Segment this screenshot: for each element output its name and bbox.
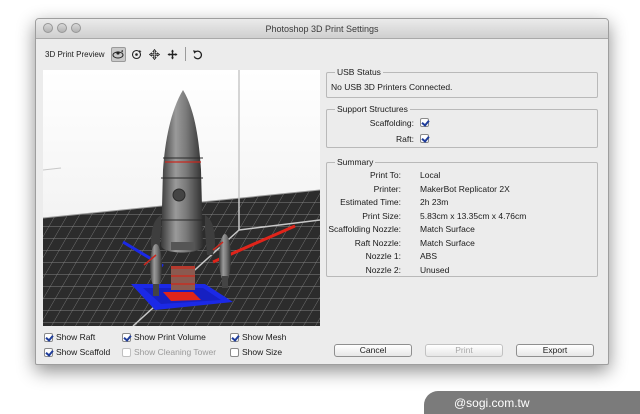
scaffolding-label: Scaffolding: [369, 118, 414, 128]
print-to-value: Local [420, 170, 441, 180]
toolbar-separator [184, 47, 186, 61]
summary-row: Raft Nozzle: Match Surface [327, 238, 597, 248]
printer-value: MakerBot Replicator 2X [420, 183, 510, 194]
reset-view-icon [192, 49, 202, 59]
summary-row: Print To: Local [327, 170, 597, 180]
nozzle-2-value: Unused [420, 264, 450, 275]
raft-checkbox[interactable] [420, 134, 429, 143]
show-print-volume-label: Show Print Volume [134, 332, 206, 342]
raft-label: Raft: [396, 134, 414, 144]
pan-button[interactable] [147, 47, 162, 62]
watermark-bar: @sogi.com.tw [424, 391, 640, 414]
nozzle-2-label: Nozzle 2: [365, 264, 401, 275]
raft-nozzle-label: Raft Nozzle: [354, 237, 401, 248]
show-size-label: Show Size [242, 347, 283, 357]
nozzle-1-label: Nozzle 1: [365, 251, 401, 261]
estimated-time-label: Estimated Time: [340, 197, 401, 207]
3d-preview-canvas [43, 70, 320, 326]
summary-row: Printer: MakerBot Replicator 2X [327, 184, 597, 194]
raft-nozzle-value: Match Surface [420, 237, 475, 248]
nozzle-1-value: ABS [420, 251, 438, 261]
show-scaffold-checkbox[interactable]: Show Scaffold [44, 347, 110, 357]
scaffolding-nozzle-label: Scaffolding Nozzle: [328, 224, 401, 234]
usb-status-group: USB Status No USB 3D Printers Connected. [326, 67, 598, 98]
title-bar: Photoshop 3D Print Settings [36, 19, 608, 39]
show-print-volume-box[interactable] [122, 332, 131, 342]
watermark-text: @sogi.com.tw [454, 396, 530, 410]
preview-toolbar: 3D Print Preview [45, 46, 208, 62]
slide-icon [167, 49, 178, 59]
print-settings-window: Photoshop 3D Print Settings 3D Print Pre… [35, 18, 609, 365]
roll-button[interactable] [129, 47, 144, 62]
preview-label: 3D Print Preview [45, 49, 105, 59]
show-scaffold-label: Show Scaffold [56, 347, 111, 357]
show-raft-checkbox[interactable]: Show Raft [44, 332, 95, 342]
scaffolding-nozzle-value: Match Surface [420, 224, 475, 234]
show-raft-box[interactable] [44, 332, 53, 342]
pan-icon [148, 48, 160, 60]
print-size-label: Print Size: [362, 210, 401, 221]
usb-status-title: USB Status [335, 67, 383, 77]
scaffolding-checkbox[interactable] [420, 118, 429, 127]
summary-group: Summary Print To: Local Printer: MakerBo… [326, 157, 598, 277]
show-cleaning-tower-checkbox: Show Cleaning Tower [122, 347, 216, 357]
3d-preview-viewport[interactable] [43, 70, 320, 326]
show-raft-label: Show Raft [56, 332, 96, 342]
usb-status-text: No USB 3D Printers Connected. [331, 82, 453, 92]
export-button[interactable]: Export [516, 344, 594, 357]
estimated-time-value: 2h 23m [420, 197, 449, 207]
summary-row: Scaffolding Nozzle: Match Surface [327, 224, 597, 234]
show-mesh-box[interactable] [230, 332, 239, 342]
summary-title: Summary [335, 157, 376, 167]
printer-label: Printer: [373, 183, 401, 194]
cancel-button[interactable]: Cancel [334, 344, 412, 357]
summary-row: Print Size: 5.83cm x 13.35cm x 4.76cm [327, 211, 597, 221]
print-size-value: 5.83cm x 13.35cm x 4.76cm [420, 210, 527, 221]
show-scaffold-box[interactable] [44, 347, 53, 357]
show-mesh-label: Show Mesh [242, 332, 287, 342]
summary-row: Estimated Time: 2h 23m [327, 197, 597, 207]
rotate-3d-icon [112, 49, 124, 58]
show-mesh-checkbox[interactable]: Show Mesh [230, 332, 286, 342]
summary-row: Nozzle 1: ABS [327, 251, 597, 261]
show-cleaning-tower-box [122, 347, 131, 357]
show-size-box[interactable] [230, 347, 239, 357]
show-print-volume-checkbox[interactable]: Show Print Volume [122, 332, 206, 342]
rotate-3d-button[interactable] [110, 46, 126, 62]
print-button: Print [425, 344, 503, 357]
show-size-checkbox[interactable]: Show Size [230, 347, 282, 357]
support-structures-group: Support Structures Scaffolding: Raft: [326, 104, 598, 148]
display-options: Show Raft Show Print Volume Show Mesh Sh… [44, 332, 324, 364]
slide-button[interactable] [165, 47, 180, 62]
roll-icon [131, 49, 142, 59]
show-cleaning-tower-label: Show Cleaning Tower [134, 347, 217, 357]
window-title: Photoshop 3D Print Settings [265, 24, 379, 34]
reset-view-button[interactable] [190, 47, 205, 62]
print-to-label: Print To: [369, 170, 401, 180]
summary-row: Nozzle 2: Unused [327, 265, 597, 275]
support-structures-title: Support Structures [335, 104, 410, 114]
